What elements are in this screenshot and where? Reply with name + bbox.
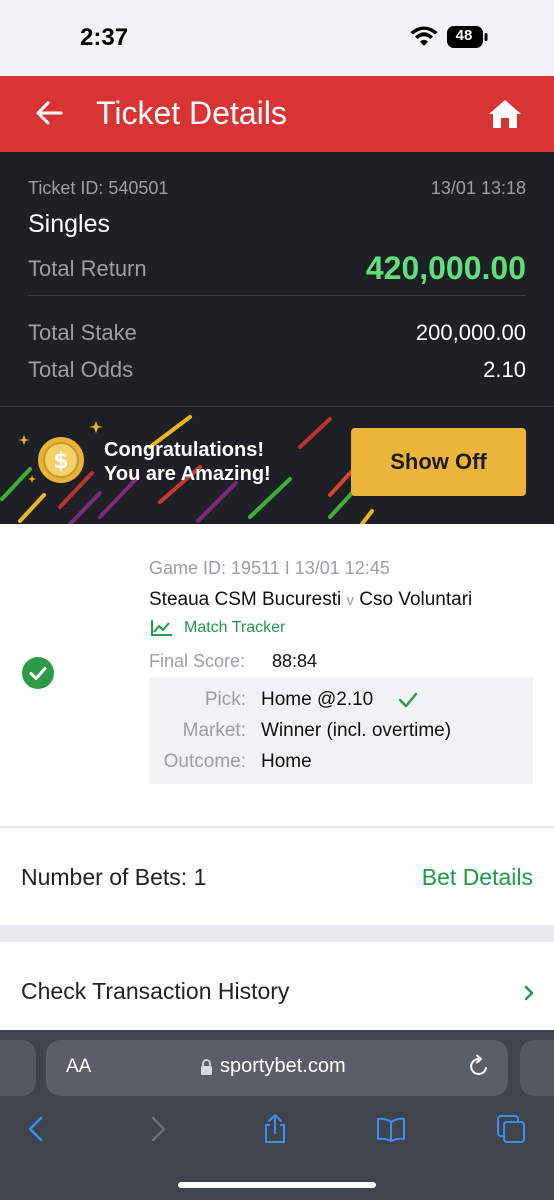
congrats-line2: You are Amazing! (104, 463, 271, 485)
market-value: Winner (incl. overtime) (261, 720, 452, 741)
won-check-icon (22, 657, 54, 689)
bet-details-link[interactable]: Bet Details (422, 864, 533, 891)
forward-icon[interactable] (142, 1114, 172, 1144)
total-odds-value: 2.10 (483, 357, 526, 382)
final-score-value: 88:84 (272, 651, 318, 671)
congrats-line1: Congratulations! (104, 439, 264, 461)
tabs-icon[interactable] (496, 1114, 526, 1144)
previous-tab[interactable] (0, 1040, 36, 1096)
next-tab[interactable] (520, 1040, 554, 1096)
match-tracker-link[interactable]: Match Tracker (184, 619, 285, 637)
number-of-bets: Number of Bets: 1 (21, 864, 207, 890)
share-icon[interactable] (260, 1114, 290, 1144)
page-title: Ticket Details (96, 95, 287, 131)
chevron-right-icon[interactable] (522, 984, 536, 1002)
total-return-value: 420,000.00 (365, 250, 526, 286)
divider (28, 295, 526, 296)
home-indicator (178, 1182, 376, 1188)
total-return-label: Total Return (28, 256, 147, 281)
game-id: Game ID: 19511 I 13/01 12:45 (149, 558, 390, 578)
total-stake-label: Total Stake (28, 320, 137, 345)
total-odds-label: Total Odds (28, 357, 134, 382)
pick-label: Pick: (204, 689, 246, 710)
ticket-id: Ticket ID: 540501 (28, 178, 169, 198)
battery-level: 48 (455, 27, 473, 44)
home-icon[interactable] (488, 98, 522, 130)
bet-type: Singles (28, 210, 110, 238)
wifi-icon (410, 26, 438, 46)
show-off-button[interactable]: Show Off (351, 428, 526, 496)
transaction-history-label[interactable]: Check Transaction History (21, 978, 289, 1005)
away-team: Cso Voluntari (359, 589, 473, 610)
reader-aa-button[interactable]: AA (66, 1056, 91, 1078)
coin-icon: $ (38, 437, 84, 483)
bookmarks-icon[interactable] (376, 1114, 406, 1144)
lock-icon (201, 1059, 212, 1075)
total-stake-value: 200,000.00 (415, 320, 526, 345)
outcome-label: Outcome: (163, 751, 246, 772)
match-teams: Steaua CSM Bucuresti v Cso Voluntari (149, 589, 472, 611)
congrats-text: Congratulations! You are Amazing! (104, 438, 271, 486)
pick-value: Home @2.10 (261, 689, 374, 710)
versus-separator: v (346, 592, 354, 609)
back-arrow-icon[interactable] (34, 98, 64, 128)
final-score-label: Final Score: (149, 651, 246, 671)
ticket-date: 13/01 13:18 (430, 178, 526, 198)
match-tracker-icon[interactable] (150, 619, 174, 637)
back-icon[interactable] (22, 1114, 52, 1144)
outcome-value: Home (261, 751, 312, 772)
pick-check-icon (398, 692, 418, 708)
status-time: 2:37 (80, 24, 129, 51)
market-label: Market: (182, 720, 246, 741)
svg-text:$: $ (53, 449, 68, 474)
reload-icon[interactable] (468, 1054, 490, 1078)
url-text[interactable]: sportybet.com (220, 1055, 346, 1078)
home-team: Steaua CSM Bucuresti (149, 589, 342, 610)
